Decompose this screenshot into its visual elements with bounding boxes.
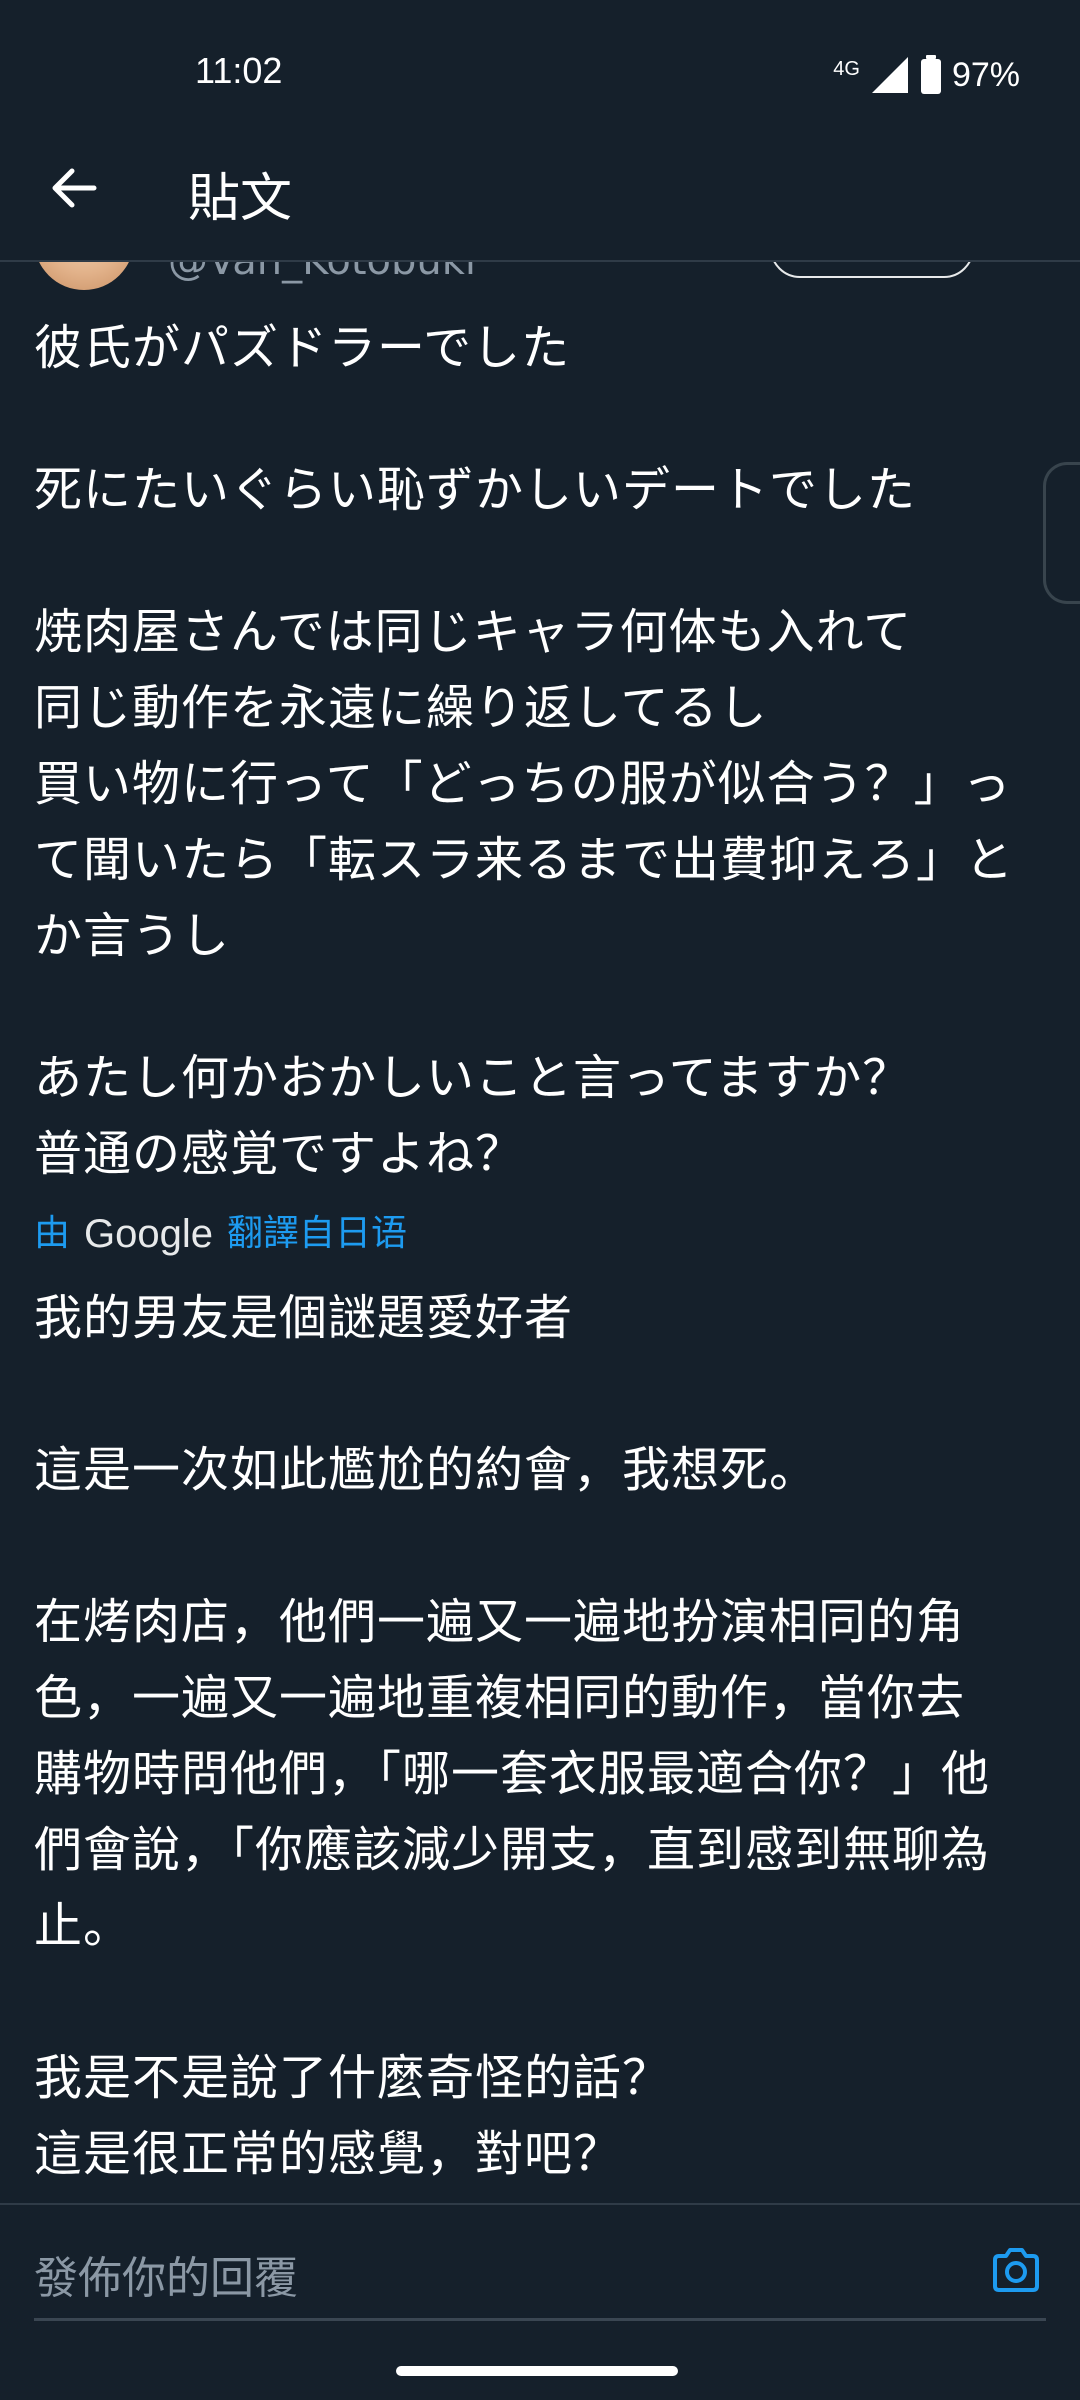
status-time: 11:02 xyxy=(195,50,283,91)
reply-divider xyxy=(0,2203,1080,2205)
side-panel-handle[interactable] xyxy=(1043,462,1080,604)
translated-paragraph: 我的男友是個謎題愛好者 xyxy=(34,1290,574,1346)
back-arrow-icon[interactable] xyxy=(48,162,100,214)
translation-attribution[interactable]: 由 Google 翻譯自日语 xyxy=(34,1204,1034,1264)
translated-paragraph: 在烤肉店，他們一遍又一遍地扮演相同的角 色，一遍又一遍地重複相同的動作，當你去 … xyxy=(34,1594,991,1954)
reply-underline xyxy=(34,2318,1046,2321)
tweet-content: 彼氏がパズドラーでした 死にたいぐらい恥ずかしいデートでした 焼肉屋さんでは同じ… xyxy=(34,310,1034,2192)
translation-suffix: 翻譯自日语 xyxy=(227,1213,408,1254)
signal-icon xyxy=(871,57,908,93)
top-bar: 貼文 xyxy=(0,150,1080,260)
camera-icon[interactable] xyxy=(990,2244,1042,2296)
original-paragraph: 焼肉屋さんでは同じキャラ何体も入れて 同じ動作を永遠に繰り返してるし 買い物に行… xyxy=(34,604,1015,964)
battery-percent: 97% xyxy=(951,55,1020,94)
translation-prefix: 由 xyxy=(34,1213,71,1254)
author-row: @Van_Kotobuki xyxy=(0,262,1080,292)
original-paragraph: 彼氏がパズドラーでした xyxy=(34,320,571,376)
translated-paragraph: 我是不是說了什麼奇怪的話？ 這是很正常的感覺，對吧？ xyxy=(34,2050,672,2182)
home-indicator[interactable] xyxy=(396,2366,678,2376)
translated-text: 我的男友是個謎題愛好者 這是一次如此尷尬的約會，我想死。 在烤肉店，他們一遍又一… xyxy=(34,1280,1034,2192)
avatar[interactable] xyxy=(34,262,134,290)
original-paragraph: 死にたいぐらい恥ずかしいデートでした xyxy=(34,462,917,518)
author-handle[interactable]: @Van_Kotobuki xyxy=(168,262,476,284)
translated-paragraph: 這是一次如此尷尬的約會，我想死。 xyxy=(34,1442,819,1498)
google-logo: Google xyxy=(84,1212,213,1256)
network-type: 4G xyxy=(833,57,860,80)
original-paragraph: あたし何かおかしいこと言ってますか？ 普通の感覚ですよね？ xyxy=(34,1050,912,1182)
reply-input[interactable]: 發佈你的回覆 xyxy=(34,2242,298,2306)
status-icons: 4G 97% xyxy=(833,55,1020,95)
battery-icon xyxy=(920,55,941,94)
original-text: 彼氏がパズドラーでした 死にたいぐらい恥ずかしいデートでした 焼肉屋さんでは同じ… xyxy=(34,310,1034,1192)
follow-button[interactable] xyxy=(770,262,974,278)
status-bar: 11:02 4G 97% xyxy=(0,0,1080,150)
page-title: 貼文 xyxy=(188,169,293,229)
